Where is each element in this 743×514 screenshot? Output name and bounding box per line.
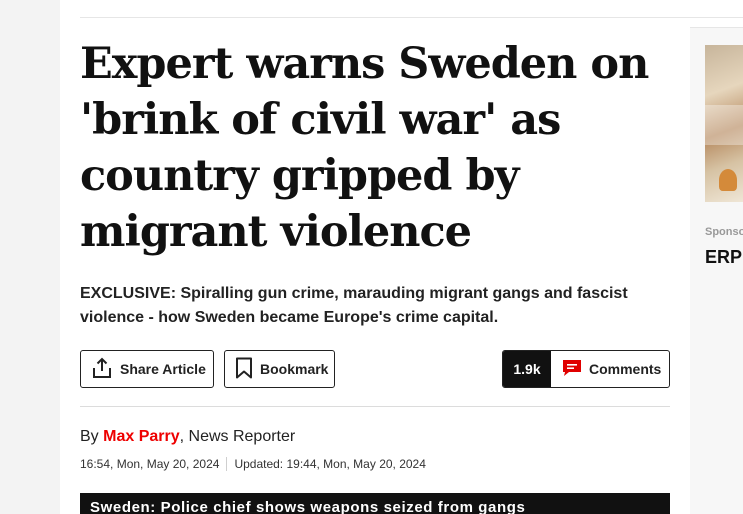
bookmark-label: Bookmark [260, 361, 329, 377]
right-rail-divider [690, 27, 743, 28]
article-standfirst: EXCLUSIVE: Spiralling gun crime, maraudi… [80, 285, 628, 326]
bookmark-icon [235, 357, 260, 382]
byline-divider [80, 406, 670, 407]
video-player-header[interactable]: Sweden: Police chief shows weapons seize… [80, 493, 670, 514]
ad-image-lamp [719, 169, 737, 191]
author-link[interactable]: Max Parry [103, 428, 180, 445]
sponsored-ad-title[interactable]: ERP [705, 247, 742, 268]
byline: By Max Parry, News Reporter [80, 428, 295, 446]
sponsored-ad-image[interactable] [705, 45, 743, 202]
ad-image-detail [705, 105, 743, 145]
byline-prefix: By [80, 428, 104, 445]
video-title: Sweden: Police chief shows weapons seize… [90, 499, 526, 514]
header-divider [80, 17, 743, 18]
comments-button[interactable]: 1.9k Comments [502, 350, 670, 388]
updated-time: Updated: 19:44, Mon, May 20, 2024 [234, 457, 426, 471]
timestamp-separator [226, 457, 228, 471]
share-article-label: Share Article [120, 361, 206, 377]
comment-count-badge: 1.9k [503, 351, 551, 387]
share-article-button[interactable]: Share Article [80, 350, 214, 388]
comments-label: Comments [589, 361, 662, 377]
sponsored-label: Sponsored [705, 226, 743, 238]
published-time: 16:54, Mon, May 20, 2024 [80, 457, 220, 471]
author-role: , News Reporter [179, 428, 296, 445]
article-timestamps: 16:54, Mon, May 20, 2024 Updated: 19:44,… [80, 457, 426, 471]
article-headline: Expert warns Sweden on 'brink of civil w… [80, 39, 649, 257]
bookmark-button[interactable]: Bookmark [224, 350, 335, 388]
comment-bubble-icon [561, 358, 589, 381]
share-icon [91, 357, 120, 382]
